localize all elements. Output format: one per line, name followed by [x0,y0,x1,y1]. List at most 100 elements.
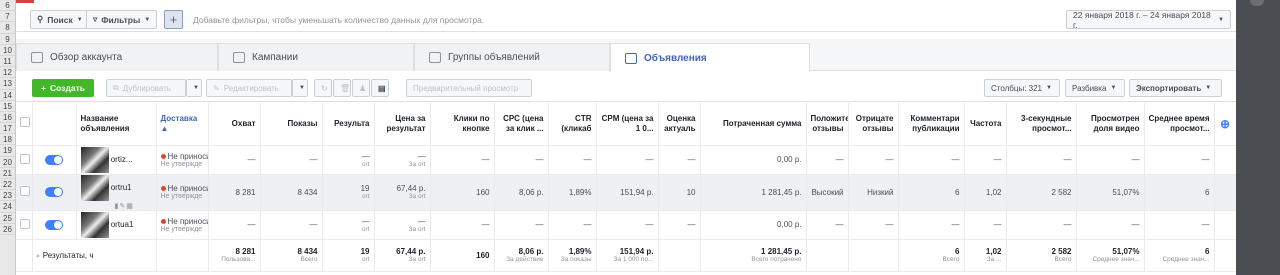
ad-name-cell[interactable]: ortiz... [76,145,157,175]
header-video-watched[interactable]: Просмотрен доля видео [1076,103,1145,146]
edit-button[interactable]: ✎ Редактировать [206,79,292,97]
header-negative-feedback[interactable]: Отрицате отзывы [848,103,899,146]
edit-label: Редактировать [223,83,279,93]
header-amount-spent[interactable]: Потраченная сумма [700,103,807,146]
filters-button[interactable]: ▿ Фильтры ▼ [86,10,158,29]
date-range-picker[interactable]: 22 января 2018 г. – 24 января 2018 г. ▼ [1066,10,1231,30]
scroll-knob[interactable] [1250,0,1264,6]
preview-button[interactable]: Предварительный просмотр [406,79,532,97]
rules-button[interactable]: ▤ [371,79,389,97]
tab-adsets[interactable]: Группы объявлений [414,43,610,71]
total-results-value: 19 [360,247,370,256]
row-checkbox[interactable] [20,218,30,229]
cost-cell: — За ort [374,145,431,175]
refresh-button[interactable]: ↻ [314,79,332,97]
row-actions-icons[interactable]: ▮✎▦ [115,203,134,210]
ad-name[interactable]: ortru1 [111,183,132,192]
total-cpm-sub: За 1 000 по... [613,256,654,263]
toolbar: + Создать ⧉ Дублировать ▼ ✎ Редактироват… [16,72,1236,102]
create-button[interactable]: + Создать [32,79,94,97]
ad-status-toggle[interactable] [45,187,63,197]
delivery-cell: Не приноси Не утвержде [156,145,209,175]
ctr-cell: 1,89% [548,174,597,211]
header-frequency[interactable]: Частота [964,103,1007,146]
select-all-checkbox[interactable] [20,117,30,128]
header-avg-watch-time[interactable]: Среднее время просмот... [1144,103,1215,146]
breakdown-button[interactable]: Разбивка ▼ [1065,79,1125,97]
header-ad-name[interactable]: Название объявления [76,103,157,146]
ad-status-toggle[interactable] [45,154,63,165]
duplicate-button[interactable]: ⧉ Дублировать [106,79,186,97]
delivery-status: Не приноси [167,151,208,161]
chevron-down-icon: ▼ [1205,85,1212,91]
audience-button[interactable]: ♟ [352,79,370,97]
results-value: — [361,216,370,226]
total-avg-time-sub: Среднее знач... [1162,256,1210,263]
sort-ascending-icon: ▲ [160,123,169,133]
edit-menu-button[interactable]: ▼ [292,79,308,97]
frequency-cell: — [964,145,1007,175]
total-ctr-sub: За показы [560,256,592,263]
header-cost-per-result[interactable]: Цена за результат [374,103,431,146]
results-sub: ort [361,225,370,233]
campaign-folder-icon [233,52,245,63]
header-delivery[interactable]: Доставка ▲ [156,103,209,146]
row-checkbox[interactable] [20,186,30,196]
row-number: 21 [0,168,15,179]
row-checkbox[interactable] [20,153,30,164]
ad-status-toggle[interactable] [45,219,63,230]
frequency-cell: 1,02 [964,174,1007,211]
table-row[interactable]: ortua1 Не приноси Не утвержде — — — ort — З… [16,210,1236,240]
header-ctr[interactable]: CTR (кликаб [548,103,597,146]
ad-icon [625,52,637,64]
header-reach[interactable]: Охват [208,103,261,146]
header-button-clicks[interactable]: Клики по кнопке [430,103,495,146]
table-row[interactable]: ortru1 ▮✎▦ Не приноси Не утвержде 8 281 8 … [16,174,1236,211]
export-button[interactable]: Экспортировать ▼ [1129,79,1222,97]
chevron-down-icon: ▼ [144,16,151,23]
total-cpc-value: 8,06 р. [518,247,544,256]
total-watched-value: 51,07% [1112,247,1140,256]
results-cell: 19 ort [322,174,375,211]
cost-value: 67,44 р. [396,184,426,193]
export-label: Экспортировать [1136,83,1202,93]
header-positive-feedback[interactable]: Положите отзывы [806,103,849,146]
ads-table: Название объявления Доставка ▲ Охват Пок… [16,103,1236,272]
row-number: 20 [0,157,15,168]
header-relevance[interactable]: Оценка актуаль [658,103,701,146]
header-post-comments[interactable]: Комментари публикации [898,103,965,146]
total-cpm-value: 151,94 р. [619,247,654,256]
add-column-button[interactable]: ⊕ [1214,103,1236,146]
ad-name-cell[interactable]: ortua1 [76,210,157,240]
duplicate-icon: ⧉ [113,83,119,92]
tab-ads[interactable]: Объявления [610,43,810,72]
header-impressions[interactable]: Показы [260,103,323,146]
search-button[interactable]: ⚲ Поиск ▼ [30,10,90,29]
header-results[interactable]: Результа [322,103,375,146]
header-3s-views[interactable]: 3-секундные просмот... [1006,103,1077,146]
ad-name-cell[interactable]: ortru1 ▮✎▦ [76,174,157,211]
tab-label: Обзор аккаунта [50,52,123,63]
table-row[interactable]: ortiz... Не приноси Не утвержде — — — ort … [16,145,1236,175]
ad-name[interactable]: ortua1 [111,220,134,229]
chevron-down-icon: ▼ [1046,85,1052,91]
total-comments-sub: Всего [942,256,960,263]
header-cpm[interactable]: CPM (цена за 1 0... [596,103,659,146]
header-cpc[interactable]: CPC (цена за клик ... [494,103,549,146]
tab-campaigns[interactable]: Кампании [218,43,414,71]
row-number: 15 [0,101,15,112]
spent-cell: 1 281,45 р. [700,174,807,211]
tab-account-overview[interactable]: Обзор аккаунта [16,43,218,71]
delivery-substatus: Не утвержде [160,160,203,168]
clicks-cell: — [430,145,495,175]
cost-value: — [417,151,426,161]
ad-name[interactable]: ortiz... [111,155,133,164]
delivery-substatus: Не утвержде [160,193,203,200]
row-number: 7 [0,11,15,23]
spent-cell: 0,00 р. [700,145,807,175]
duplicate-menu-button[interactable]: ▼ [186,79,202,97]
ctr-cell: — [548,145,597,175]
add-filter-button[interactable]: + [164,10,183,29]
columns-button[interactable]: Столбцы: 321 ▼ [984,79,1060,97]
delete-button[interactable]: 🗑 [333,79,351,97]
